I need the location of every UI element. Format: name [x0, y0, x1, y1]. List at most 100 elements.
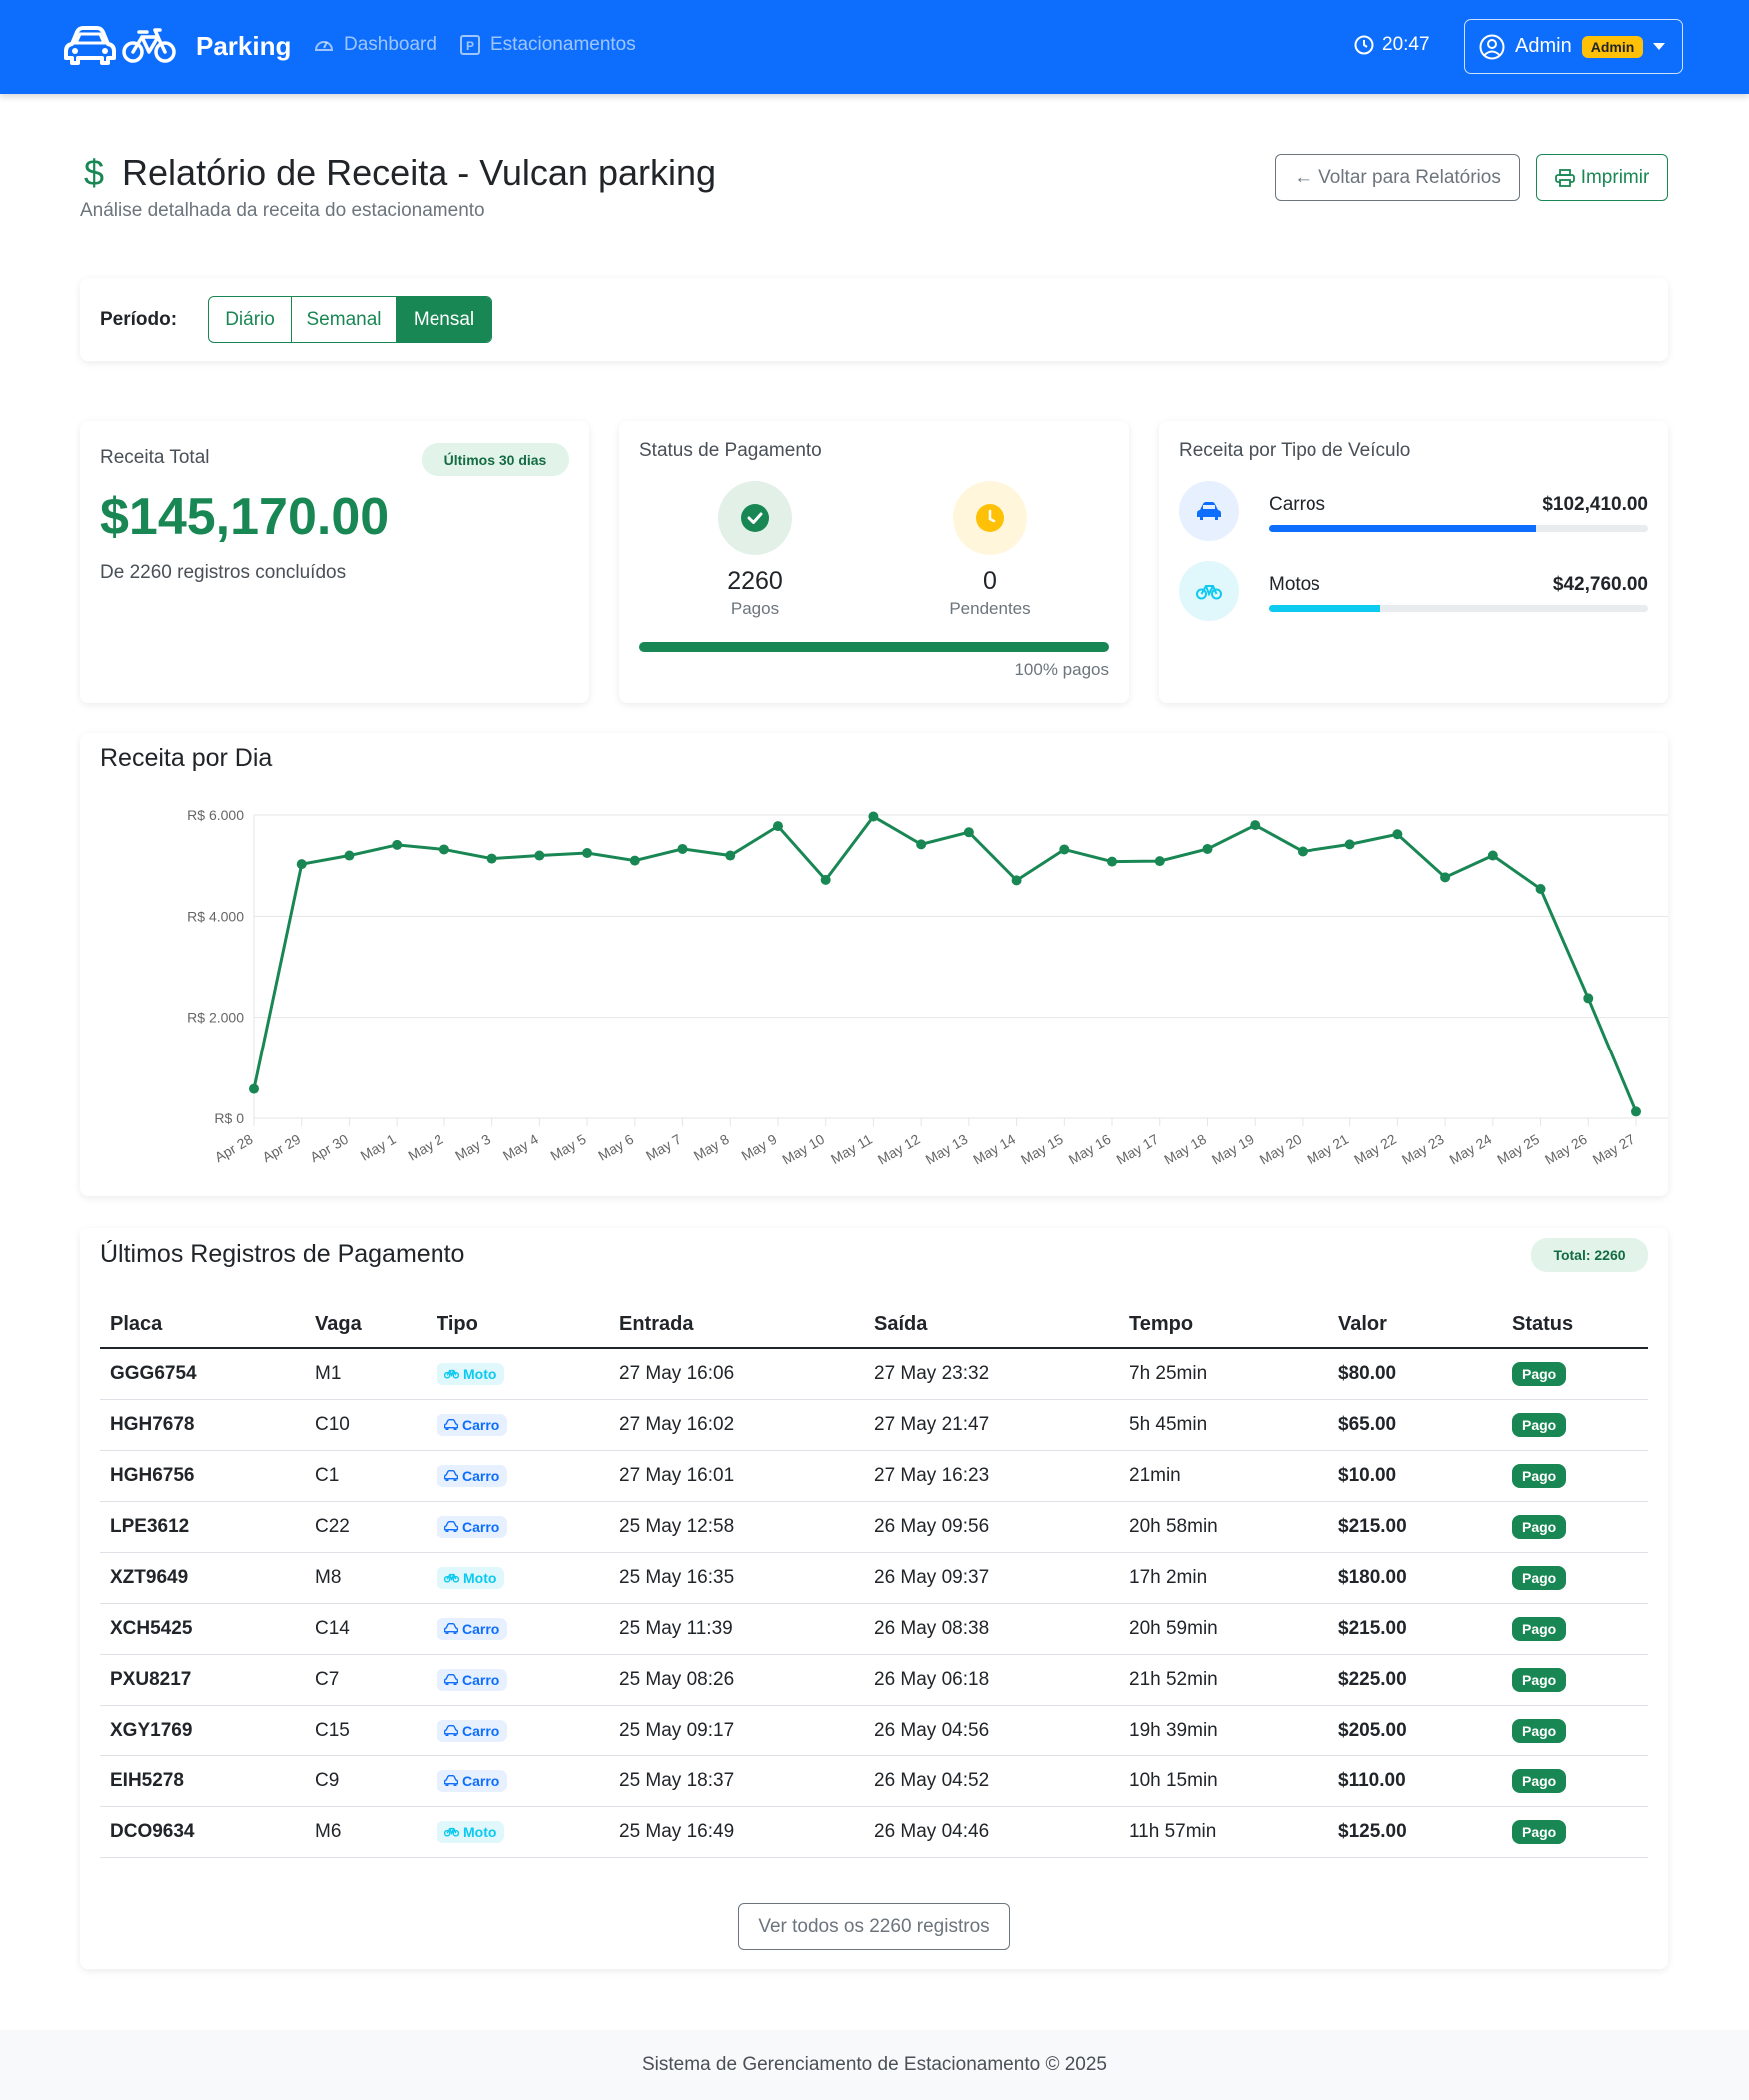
x-tick-label: May 2 [405, 1131, 445, 1164]
data-point [1392, 829, 1403, 840]
column-header: Saída [864, 1302, 1119, 1349]
vehicle-type-name: Motos [1269, 574, 1320, 595]
data-point [486, 853, 497, 864]
total-badge: Total: 2260 [1531, 1238, 1648, 1272]
revenue-label: Receita Total [100, 447, 210, 468]
x-tick-label: May 18 [1161, 1131, 1209, 1168]
vehicle-type-label: Moto [463, 1365, 497, 1382]
x-tick-label: May 24 [1447, 1131, 1495, 1168]
user-circle-icon [1479, 34, 1505, 59]
cell-valor: $110.00 [1328, 1755, 1502, 1807]
car-icon [443, 1417, 459, 1433]
cell-tempo: 21min [1119, 1450, 1328, 1502]
paid-label: Pagos [730, 599, 780, 618]
vehicle-type-label: Carro [462, 1772, 500, 1789]
cell-tipo: Carro [427, 1450, 609, 1502]
table-header-row: Placa Vaga Tipo Entrada Saída Tempo Valo… [100, 1302, 1648, 1349]
cell-valor: $65.00 [1328, 1399, 1502, 1451]
back-button-label: Voltar para Relatórios [1318, 166, 1501, 188]
vehicle-type-badge: Carro [437, 1617, 508, 1640]
page-subtitle: Análise detalhada da receita do estacion… [80, 200, 485, 221]
user-name: Admin [1515, 35, 1572, 57]
user-dropdown-button[interactable]: Admin Admin [1464, 19, 1683, 74]
x-tick-label: May 5 [548, 1131, 589, 1164]
data-point [582, 848, 593, 858]
column-header: Entrada [609, 1302, 864, 1349]
vehicle-type-label: Moto [463, 1569, 497, 1586]
payment-status-title: Status de Pagamento [639, 440, 822, 461]
nav-link-dashboard[interactable]: Dashboard [314, 34, 437, 56]
column-header: Valor [1328, 1302, 1502, 1349]
period-option-diario[interactable]: Diário [209, 297, 292, 342]
print-button[interactable]: Imprimir [1536, 154, 1668, 201]
cell-saida: 26 May 04:46 [864, 1806, 1119, 1858]
paid-progress-fill [639, 642, 1109, 652]
cell-valor: $215.00 [1328, 1501, 1502, 1553]
view-all-records-button[interactable]: Ver todos os 2260 registros [738, 1903, 1010, 1950]
table-row: XCH5425 C14 Carro 25 May 11:39 26 May 08:38 2… [100, 1603, 1648, 1655]
x-tick-label: May 13 [923, 1131, 971, 1168]
period-option-mensal[interactable]: Mensal [397, 297, 491, 342]
cell-saida: 27 May 16:23 [864, 1450, 1119, 1502]
cell-tempo: 17h 2min [1119, 1552, 1328, 1604]
cell-entrada: 27 May 16:02 [609, 1399, 864, 1451]
clock-time: 20:47 [1382, 34, 1430, 55]
pending-count: 0 [983, 567, 997, 595]
vehicle-type-badge: Carro [437, 1464, 508, 1487]
cell-valor: $125.00 [1328, 1806, 1502, 1858]
cell-saida: 26 May 08:38 [864, 1603, 1119, 1655]
vehicle-type-name: Carros [1269, 494, 1326, 515]
revenue-total-value: $145,170.00 [100, 488, 390, 546]
x-tick-label: May 17 [1113, 1131, 1161, 1168]
footer: Sistema de Gerenciamento de Estacionamen… [0, 2030, 1749, 2100]
data-point [1250, 820, 1261, 831]
car-revenue-fill [1269, 525, 1536, 532]
cell-placa: XCH5425 [100, 1603, 305, 1655]
nav-link-label: Estacionamentos [490, 34, 636, 55]
chevron-down-icon [1653, 43, 1666, 50]
vehicle-type-badge: Carro [437, 1515, 508, 1538]
speedometer-icon [314, 41, 334, 51]
cell-vaga: C9 [305, 1755, 427, 1807]
cell-saida: 26 May 09:37 [864, 1552, 1119, 1604]
back-to-reports-button[interactable]: ← Voltar para Relatórios [1275, 154, 1520, 201]
brand-link[interactable]: Parking [64, 26, 291, 66]
vehicle-revenue-card [1159, 421, 1668, 703]
cell-status: Pago [1502, 1450, 1648, 1502]
status-badge: Pago [1512, 1667, 1567, 1692]
data-point [677, 843, 688, 854]
period-label: Período: [100, 309, 178, 330]
data-point [534, 850, 545, 861]
cell-placa: LPE3612 [100, 1501, 305, 1553]
status-badge: Pago [1512, 1412, 1567, 1437]
cell-tipo: Carro [427, 1654, 609, 1706]
cell-entrada: 25 May 12:58 [609, 1501, 864, 1553]
vehicle-type-label: Carro [462, 1518, 500, 1535]
cell-saida: 26 May 06:18 [864, 1654, 1119, 1706]
data-point [296, 859, 307, 870]
bicycle-icon [443, 1570, 460, 1586]
x-tick-label: May 25 [1494, 1131, 1542, 1168]
period-option-semanal[interactable]: Semanal [292, 297, 397, 342]
x-tick-label: May 8 [691, 1131, 732, 1164]
cell-placa: XGY1769 [100, 1705, 305, 1756]
data-point [1059, 844, 1070, 855]
car-icon [443, 1773, 459, 1789]
cell-valor: $10.00 [1328, 1450, 1502, 1502]
x-tick-label: May 27 [1590, 1131, 1638, 1168]
data-point [438, 844, 449, 855]
cell-saida: 26 May 04:52 [864, 1755, 1119, 1807]
footer-text: Sistema de Gerenciamento de Estacionamen… [642, 2054, 1107, 2075]
cell-placa: GGG6754 [100, 1348, 305, 1400]
cell-entrada: 25 May 11:39 [609, 1603, 864, 1655]
table-row: GGG6754 M1 Moto 27 May 16:06 27 May 23:32 7h … [100, 1348, 1648, 1400]
data-point [1107, 856, 1118, 867]
nav-link-estacionamentos[interactable]: P Estacionamentos [460, 34, 636, 56]
cell-status: Pago [1502, 1399, 1648, 1451]
car-icon [443, 1672, 459, 1688]
cell-valor: $215.00 [1328, 1603, 1502, 1655]
cell-vaga: C22 [305, 1501, 427, 1553]
cell-saida: 27 May 21:47 [864, 1399, 1119, 1451]
x-tick-label: May 3 [452, 1131, 493, 1164]
cell-placa: XZT9649 [100, 1552, 305, 1604]
